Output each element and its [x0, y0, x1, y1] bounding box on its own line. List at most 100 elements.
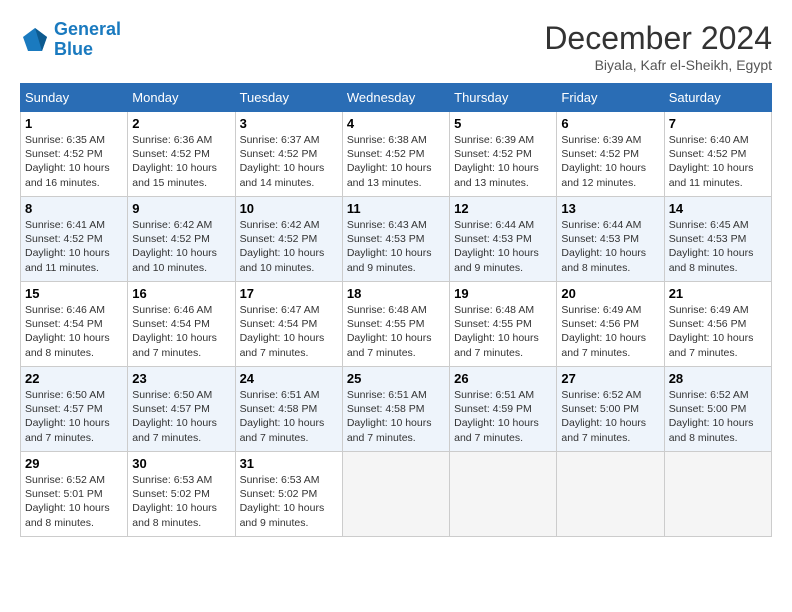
day-info: Sunrise: 6:51 AM Sunset: 4:59 PM Dayligh…: [454, 388, 552, 445]
header-thursday: Thursday: [450, 84, 557, 112]
calendar-table: SundayMondayTuesdayWednesdayThursdayFrid…: [20, 83, 772, 537]
day-info: Sunrise: 6:41 AM Sunset: 4:52 PM Dayligh…: [25, 218, 123, 275]
day-cell-15: 15 Sunrise: 6:46 AM Sunset: 4:54 PM Dayl…: [21, 282, 128, 367]
header-saturday: Saturday: [664, 84, 771, 112]
day-number: 22: [25, 371, 123, 386]
day-number: 26: [454, 371, 552, 386]
day-cell-1: 1 Sunrise: 6:35 AM Sunset: 4:52 PM Dayli…: [21, 112, 128, 197]
day-info: Sunrise: 6:53 AM Sunset: 5:02 PM Dayligh…: [132, 473, 230, 530]
header-sunday: Sunday: [21, 84, 128, 112]
day-number: 10: [240, 201, 338, 216]
day-number: 21: [669, 286, 767, 301]
calendar-week-4: 22 Sunrise: 6:50 AM Sunset: 4:57 PM Dayl…: [21, 367, 772, 452]
day-number: 12: [454, 201, 552, 216]
day-number: 27: [561, 371, 659, 386]
title-block: December 2024 Biyala, Kafr el-Sheikh, Eg…: [544, 20, 772, 73]
day-info: Sunrise: 6:44 AM Sunset: 4:53 PM Dayligh…: [454, 218, 552, 275]
day-cell-8: 8 Sunrise: 6:41 AM Sunset: 4:52 PM Dayli…: [21, 197, 128, 282]
day-number: 7: [669, 116, 767, 131]
day-cell-18: 18 Sunrise: 6:48 AM Sunset: 4:55 PM Dayl…: [342, 282, 449, 367]
day-cell-10: 10 Sunrise: 6:42 AM Sunset: 4:52 PM Dayl…: [235, 197, 342, 282]
day-cell-22: 22 Sunrise: 6:50 AM Sunset: 4:57 PM Dayl…: [21, 367, 128, 452]
day-cell-19: 19 Sunrise: 6:48 AM Sunset: 4:55 PM Dayl…: [450, 282, 557, 367]
day-number: 31: [240, 456, 338, 471]
day-number: 24: [240, 371, 338, 386]
day-info: Sunrise: 6:44 AM Sunset: 4:53 PM Dayligh…: [561, 218, 659, 275]
day-number: 6: [561, 116, 659, 131]
day-number: 30: [132, 456, 230, 471]
day-cell-6: 6 Sunrise: 6:39 AM Sunset: 4:52 PM Dayli…: [557, 112, 664, 197]
day-cell-14: 14 Sunrise: 6:45 AM Sunset: 4:53 PM Dayl…: [664, 197, 771, 282]
day-info: Sunrise: 6:39 AM Sunset: 4:52 PM Dayligh…: [454, 133, 552, 190]
header-wednesday: Wednesday: [342, 84, 449, 112]
empty-cell: [342, 452, 449, 537]
day-number: 2: [132, 116, 230, 131]
day-cell-11: 11 Sunrise: 6:43 AM Sunset: 4:53 PM Dayl…: [342, 197, 449, 282]
day-number: 18: [347, 286, 445, 301]
day-number: 8: [25, 201, 123, 216]
day-cell-13: 13 Sunrise: 6:44 AM Sunset: 4:53 PM Dayl…: [557, 197, 664, 282]
day-info: Sunrise: 6:52 AM Sunset: 5:00 PM Dayligh…: [561, 388, 659, 445]
day-info: Sunrise: 6:35 AM Sunset: 4:52 PM Dayligh…: [25, 133, 123, 190]
day-cell-21: 21 Sunrise: 6:49 AM Sunset: 4:56 PM Dayl…: [664, 282, 771, 367]
logo-icon: [20, 25, 50, 55]
day-info: Sunrise: 6:48 AM Sunset: 4:55 PM Dayligh…: [347, 303, 445, 360]
day-info: Sunrise: 6:38 AM Sunset: 4:52 PM Dayligh…: [347, 133, 445, 190]
day-number: 29: [25, 456, 123, 471]
page-header: General Blue December 2024 Biyala, Kafr …: [20, 20, 772, 73]
empty-cell: [664, 452, 771, 537]
day-number: 9: [132, 201, 230, 216]
day-info: Sunrise: 6:40 AM Sunset: 4:52 PM Dayligh…: [669, 133, 767, 190]
day-number: 16: [132, 286, 230, 301]
empty-cell: [450, 452, 557, 537]
day-cell-30: 30 Sunrise: 6:53 AM Sunset: 5:02 PM Dayl…: [128, 452, 235, 537]
day-cell-25: 25 Sunrise: 6:51 AM Sunset: 4:58 PM Dayl…: [342, 367, 449, 452]
day-number: 23: [132, 371, 230, 386]
day-info: Sunrise: 6:51 AM Sunset: 4:58 PM Dayligh…: [240, 388, 338, 445]
day-cell-23: 23 Sunrise: 6:50 AM Sunset: 4:57 PM Dayl…: [128, 367, 235, 452]
day-cell-4: 4 Sunrise: 6:38 AM Sunset: 4:52 PM Dayli…: [342, 112, 449, 197]
calendar-week-3: 15 Sunrise: 6:46 AM Sunset: 4:54 PM Dayl…: [21, 282, 772, 367]
day-number: 19: [454, 286, 552, 301]
day-info: Sunrise: 6:50 AM Sunset: 4:57 PM Dayligh…: [132, 388, 230, 445]
day-info: Sunrise: 6:53 AM Sunset: 5:02 PM Dayligh…: [240, 473, 338, 530]
calendar-header-row: SundayMondayTuesdayWednesdayThursdayFrid…: [21, 84, 772, 112]
header-tuesday: Tuesday: [235, 84, 342, 112]
day-info: Sunrise: 6:42 AM Sunset: 4:52 PM Dayligh…: [240, 218, 338, 275]
day-number: 28: [669, 371, 767, 386]
day-number: 11: [347, 201, 445, 216]
calendar-week-2: 8 Sunrise: 6:41 AM Sunset: 4:52 PM Dayli…: [21, 197, 772, 282]
day-info: Sunrise: 6:47 AM Sunset: 4:54 PM Dayligh…: [240, 303, 338, 360]
logo-text: General Blue: [54, 20, 121, 60]
calendar-week-5: 29 Sunrise: 6:52 AM Sunset: 5:01 PM Dayl…: [21, 452, 772, 537]
empty-cell: [557, 452, 664, 537]
day-cell-3: 3 Sunrise: 6:37 AM Sunset: 4:52 PM Dayli…: [235, 112, 342, 197]
month-title: December 2024: [544, 20, 772, 57]
day-info: Sunrise: 6:48 AM Sunset: 4:55 PM Dayligh…: [454, 303, 552, 360]
day-info: Sunrise: 6:50 AM Sunset: 4:57 PM Dayligh…: [25, 388, 123, 445]
day-cell-29: 29 Sunrise: 6:52 AM Sunset: 5:01 PM Dayl…: [21, 452, 128, 537]
day-cell-12: 12 Sunrise: 6:44 AM Sunset: 4:53 PM Dayl…: [450, 197, 557, 282]
day-cell-28: 28 Sunrise: 6:52 AM Sunset: 5:00 PM Dayl…: [664, 367, 771, 452]
day-cell-2: 2 Sunrise: 6:36 AM Sunset: 4:52 PM Dayli…: [128, 112, 235, 197]
day-info: Sunrise: 6:46 AM Sunset: 4:54 PM Dayligh…: [132, 303, 230, 360]
day-cell-5: 5 Sunrise: 6:39 AM Sunset: 4:52 PM Dayli…: [450, 112, 557, 197]
day-number: 13: [561, 201, 659, 216]
calendar-week-1: 1 Sunrise: 6:35 AM Sunset: 4:52 PM Dayli…: [21, 112, 772, 197]
day-info: Sunrise: 6:45 AM Sunset: 4:53 PM Dayligh…: [669, 218, 767, 275]
day-info: Sunrise: 6:39 AM Sunset: 4:52 PM Dayligh…: [561, 133, 659, 190]
day-info: Sunrise: 6:37 AM Sunset: 4:52 PM Dayligh…: [240, 133, 338, 190]
day-number: 15: [25, 286, 123, 301]
day-cell-20: 20 Sunrise: 6:49 AM Sunset: 4:56 PM Dayl…: [557, 282, 664, 367]
day-number: 4: [347, 116, 445, 131]
day-number: 14: [669, 201, 767, 216]
day-info: Sunrise: 6:52 AM Sunset: 5:00 PM Dayligh…: [669, 388, 767, 445]
day-cell-9: 9 Sunrise: 6:42 AM Sunset: 4:52 PM Dayli…: [128, 197, 235, 282]
day-number: 17: [240, 286, 338, 301]
day-number: 1: [25, 116, 123, 131]
day-number: 5: [454, 116, 552, 131]
day-info: Sunrise: 6:51 AM Sunset: 4:58 PM Dayligh…: [347, 388, 445, 445]
header-friday: Friday: [557, 84, 664, 112]
day-info: Sunrise: 6:46 AM Sunset: 4:54 PM Dayligh…: [25, 303, 123, 360]
day-cell-27: 27 Sunrise: 6:52 AM Sunset: 5:00 PM Dayl…: [557, 367, 664, 452]
